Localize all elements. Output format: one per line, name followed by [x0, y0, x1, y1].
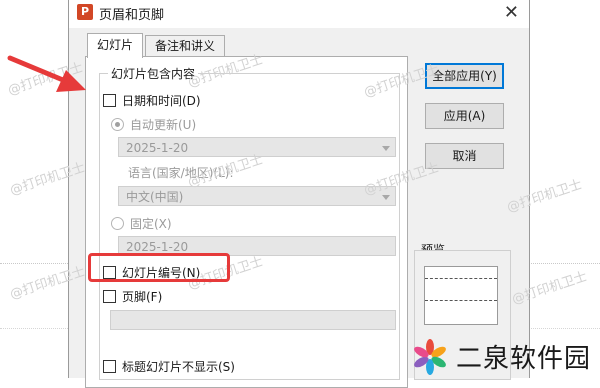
footer-label: 页脚(F)	[122, 290, 163, 304]
title-slide-hide-label: 标题幻灯片不显示(S)	[122, 360, 235, 374]
chevron-down-icon	[382, 195, 390, 200]
radio-circle[interactable]	[111, 118, 124, 131]
slide-tab-panel: 幻灯片包含内容 日期和时间(D) 自动更新(U) 2025-1-20 语言(国家…	[85, 56, 408, 388]
language-select[interactable]: 中文(中国)	[118, 186, 396, 206]
footer-checkbox[interactable]: 页脚(F)	[103, 288, 162, 305]
chevron-down-icon	[382, 146, 390, 151]
checkbox-box[interactable]	[103, 290, 116, 303]
date-time-label: 日期和时间(D)	[122, 94, 201, 108]
radio-circle[interactable]	[111, 217, 124, 230]
close-icon[interactable]: ✕	[504, 2, 519, 23]
title-slide-hide-checkbox[interactable]: 标题幻灯片不显示(S)	[103, 358, 235, 375]
header-footer-dialog: P 页眉和页脚 ✕ 幻灯片 备注和讲义 幻灯片包含内容 日期和时间(D) 自动更…	[68, 0, 530, 388]
auto-update-radio[interactable]: 自动更新(U)	[111, 116, 196, 133]
checkbox-box[interactable]	[103, 360, 116, 373]
flower-logo-icon	[414, 338, 446, 375]
auto-update-label: 自动更新(U)	[130, 118, 197, 132]
fixed-radio[interactable]: 固定(X)	[111, 215, 172, 232]
footer-text-input[interactable]	[110, 310, 396, 330]
tab-notes-handouts[interactable]: 备注和讲义	[145, 35, 226, 56]
title-bar: P 页眉和页脚 ✕	[69, 0, 529, 28]
language-value: 中文(中国)	[126, 190, 184, 204]
auto-date-value: 2025-1-20	[126, 141, 189, 155]
apply-button[interactable]: 应用(A)	[425, 103, 504, 129]
site-logo: 二泉软件园	[412, 338, 591, 375]
preview-divider	[425, 300, 497, 301]
tab-slide[interactable]: 幻灯片	[87, 33, 144, 58]
fixed-date-value: 2025-1-20	[126, 240, 189, 254]
preview-divider	[425, 278, 497, 279]
fixed-label: 固定(X)	[130, 217, 172, 231]
logo-text: 二泉软件园	[456, 344, 592, 374]
preview-slide-thumbnail	[424, 266, 498, 325]
annotation-highlight-box	[88, 253, 230, 282]
date-time-checkbox[interactable]: 日期和时间(D)	[103, 92, 201, 109]
